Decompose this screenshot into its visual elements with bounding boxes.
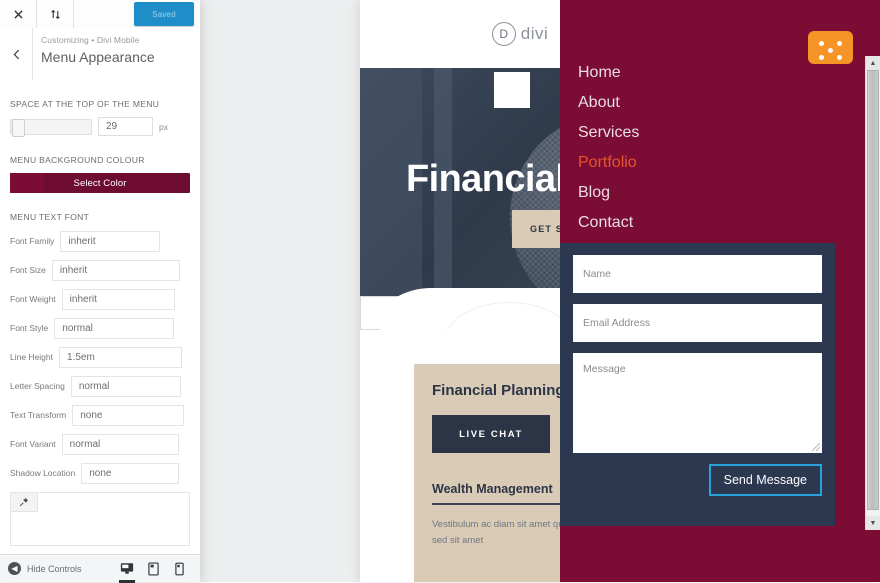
- preview-scrollbar[interactable]: ▲ ▼: [865, 56, 880, 530]
- customizer-footer: ◀ Hide Controls: [0, 554, 200, 583]
- field-row-text-transform: Text Transform none: [0, 404, 200, 426]
- site-logo: D divi: [491, 22, 549, 46]
- panel-header-titles: Customizing • Divi Mobile Menu Appearanc…: [33, 28, 200, 80]
- field-row-line-height: Line Height 1.5em: [0, 346, 200, 368]
- nav-item-blog[interactable]: Blog: [578, 178, 838, 208]
- nav-item-about[interactable]: About: [578, 88, 838, 118]
- device-desktop-button[interactable]: [114, 555, 140, 583]
- customizer-toolbar: Saved: [0, 0, 200, 29]
- space-top-input[interactable]: 29: [98, 117, 153, 136]
- menu-dot: [828, 48, 833, 53]
- send-message-button[interactable]: Send Message: [708, 464, 822, 496]
- field-row-letter-spacing: Letter Spacing normal: [0, 375, 200, 397]
- font-size-input[interactable]: inherit: [51, 259, 180, 281]
- font-style-input[interactable]: normal: [54, 317, 175, 339]
- customizer-sidebar: Saved Customizing • Divi Mobile Menu App…: [0, 0, 200, 583]
- nav-item-portfolio[interactable]: Portfolio: [578, 148, 838, 178]
- email-field[interactable]: Email Address: [573, 304, 822, 342]
- submit-row: Send Message: [573, 464, 822, 496]
- device-mobile-button[interactable]: [166, 555, 192, 583]
- resize-grip-icon[interactable]: [812, 443, 820, 451]
- device-tablet-button[interactable]: [140, 555, 166, 583]
- field-row-font-style: Font Style normal: [0, 317, 200, 339]
- font-family-input[interactable]: inherit: [60, 230, 161, 252]
- scroll-down-arrow-icon[interactable]: ▼: [866, 516, 880, 530]
- customizer-controls: SPACE AT THE TOP OF THE MENU 29 px MENU …: [0, 80, 200, 554]
- live-chat-button[interactable]: LIVE CHAT: [432, 415, 550, 453]
- hero-white-block: [494, 72, 530, 108]
- field-label: Font Size: [10, 265, 46, 275]
- field-label: Line Height: [10, 352, 54, 362]
- publish-button[interactable]: Saved: [134, 2, 194, 26]
- select-color-button[interactable]: Select Color: [10, 173, 190, 193]
- field-row-shadow-location: Shadow Location none: [0, 462, 200, 484]
- shadow-preview-card: [10, 492, 190, 546]
- field-label: Font Weight: [10, 294, 56, 304]
- page-title: Menu Appearance: [41, 49, 155, 65]
- site-preview-pane: D divi Financial GET STARTED Financial P…: [360, 0, 880, 582]
- section-label-menu-font: MENU TEXT FONT: [10, 212, 90, 222]
- nav-item-contact[interactable]: Contact: [578, 208, 838, 238]
- field-row-font-size: Font Size inherit: [0, 259, 200, 281]
- field-row-font-variant: Font Variant normal: [0, 433, 200, 455]
- hero-title: Financial: [406, 158, 566, 200]
- font-weight-input[interactable]: inherit: [61, 288, 175, 310]
- field-label: Text Transform: [10, 410, 67, 420]
- slider-handle[interactable]: [12, 118, 25, 137]
- select-color-label: Select Color: [73, 177, 127, 189]
- nav-item-home[interactable]: Home: [578, 58, 838, 88]
- pin-icon[interactable]: [11, 493, 38, 512]
- section-label-space-top: SPACE AT THE TOP OF THE MENU: [10, 99, 160, 109]
- text-transform-input[interactable]: none: [72, 404, 185, 426]
- unit-label: px: [159, 121, 168, 132]
- divi-logo-icon: D: [491, 22, 516, 46]
- line-height-input[interactable]: 1.5em: [59, 346, 183, 368]
- field-row-font-family: Font Family inherit: [0, 230, 200, 252]
- field-label: Font Style: [10, 323, 49, 333]
- field-label: Font Family: [10, 236, 55, 246]
- message-field[interactable]: Message: [573, 353, 822, 453]
- field-label: Font Variant: [10, 439, 56, 449]
- chevron-left-icon[interactable]: [0, 28, 33, 80]
- field-row-font-weight: Font Weight inherit: [0, 288, 200, 310]
- section-label-menu-bg: MENU BACKGROUND COLOUR: [10, 155, 145, 165]
- mobile-menu-overlay: Home About Services Portfolio Blog Conta…: [560, 0, 880, 582]
- letter-spacing-input[interactable]: normal: [70, 375, 181, 397]
- message-placeholder: Message: [583, 363, 626, 375]
- hide-controls-label: Hide Controls: [27, 563, 82, 574]
- hide-controls-button[interactable]: ◀ Hide Controls: [8, 562, 114, 575]
- mobile-nav-list: Home About Services Portfolio Blog Conta…: [578, 58, 838, 238]
- scroll-up-arrow-icon[interactable]: ▲: [866, 56, 880, 70]
- site-logo-text: divi: [520, 24, 549, 43]
- collapse-left-icon: ◀: [8, 562, 21, 575]
- shadow-location-input[interactable]: none: [81, 462, 180, 484]
- nav-item-services[interactable]: Services: [578, 118, 838, 148]
- font-variant-input[interactable]: normal: [61, 433, 179, 455]
- space-top-control: 29 px: [0, 117, 200, 137]
- panel-header: Customizing • Divi Mobile Menu Appearanc…: [0, 28, 200, 81]
- field-label: Shadow Location: [10, 468, 76, 478]
- breadcrumb: Customizing • Divi Mobile: [41, 35, 140, 45]
- scrollbar-thumb[interactable]: [867, 70, 879, 510]
- field-label: Letter Spacing: [10, 381, 65, 391]
- menu-dot: [819, 41, 824, 46]
- name-field[interactable]: Name: [573, 255, 822, 293]
- close-icon[interactable]: [0, 0, 37, 28]
- contact-form: Name Email Address Message Send Message: [560, 243, 835, 526]
- space-top-slider[interactable]: [10, 118, 92, 137]
- menu-dot: [837, 41, 842, 46]
- sort-arrows-icon[interactable]: [37, 0, 74, 28]
